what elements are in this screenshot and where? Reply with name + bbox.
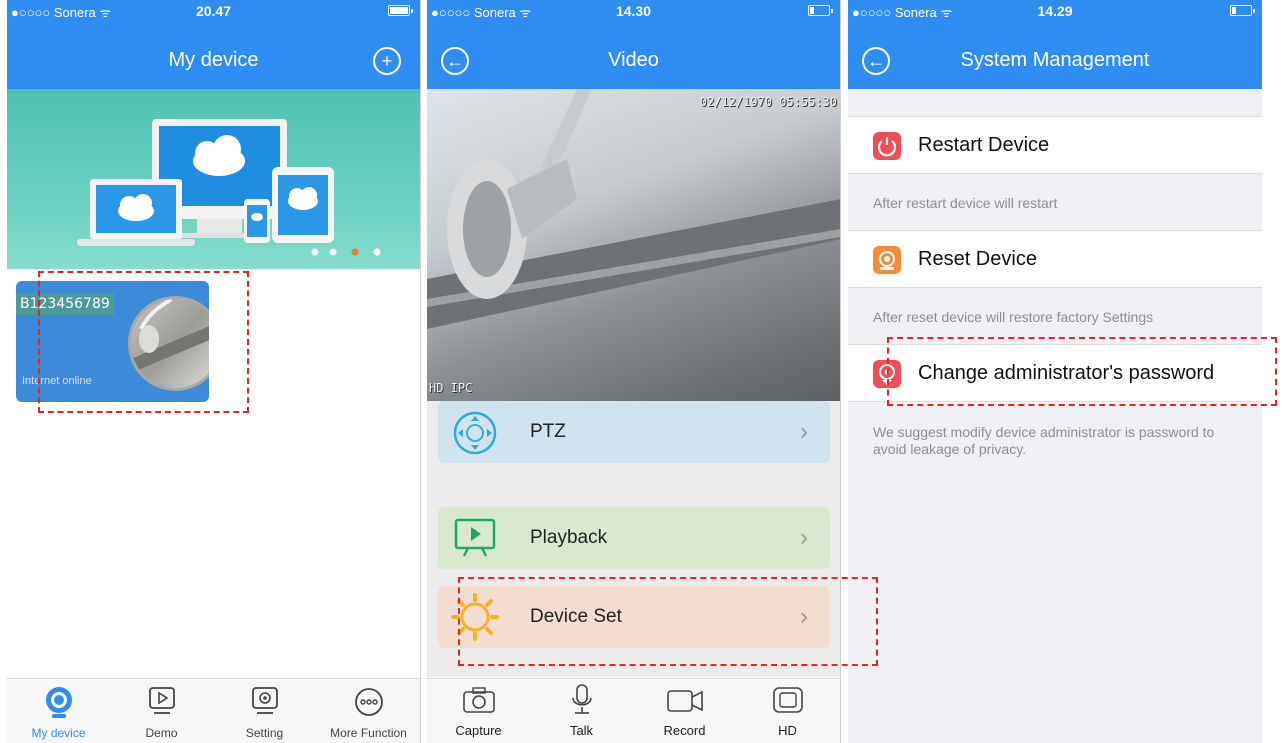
camera-label: HD IPC: [429, 381, 473, 395]
restart-device-row[interactable]: Restart Device: [848, 116, 1262, 174]
chevron-right-icon: ›: [800, 418, 808, 445]
reset-device-row[interactable]: Reset Device: [848, 230, 1262, 288]
battery-icon: [1230, 5, 1255, 16]
page-title: Video: [608, 49, 659, 71]
live-video[interactable]: 02/12/1970 05:55:30 HD IPC: [427, 89, 840, 401]
tab-label: My device: [31, 726, 86, 740]
device-thumbnail: [128, 296, 209, 391]
tab-demo[interactable]: Demo: [110, 679, 213, 743]
playback-monitor-icon: [454, 518, 496, 557]
reset-hint: After reset device will restore factory …: [873, 309, 1154, 325]
sun-gear-icon: [451, 593, 499, 641]
change-password-row[interactable]: Change administrator's password: [848, 344, 1262, 402]
tab-setting[interactable]: Setting: [213, 679, 316, 743]
ptz-button[interactable]: PTZ ›: [438, 401, 830, 463]
battery-icon: [808, 5, 833, 16]
nav-bar: ← Video: [427, 22, 840, 89]
menu-label: Device Set: [530, 606, 622, 627]
device-id: B123456789: [16, 293, 114, 315]
play-screen-icon: [148, 687, 175, 714]
battery-icon: [388, 5, 413, 16]
microphone-icon: [571, 684, 592, 714]
video-camera-icon: [666, 690, 703, 712]
page-title: My device: [168, 49, 259, 71]
chevron-right-icon: ›: [800, 524, 808, 551]
tab-label: Demo: [145, 726, 178, 740]
tool-label: Talk: [569, 723, 594, 738]
my-device-screen: ●○○○○ Sonera ᯤ 20.47 My device + B123456…: [7, 0, 421, 743]
video-menu: PTZ › Playback › Device Set ›: [427, 401, 840, 677]
device-card[interactable]: B123456789 Internet online: [16, 281, 209, 402]
password-icon: [873, 360, 901, 388]
clock: 20.47: [195, 3, 232, 19]
video-screen: ●○○○○ Sonera ᯤ 14.30 ← Video 02/12/1970 …: [427, 0, 841, 743]
status-bar: ●○○○○ Sonera ᯤ 20.47: [7, 0, 420, 22]
tab-bar: My device Demo Setting More Function: [7, 678, 420, 743]
system-management-screen: ●○○○○ Sonera ᯤ 14.29 ← System Management…: [848, 0, 1262, 743]
tab-my-device[interactable]: My device: [7, 679, 110, 743]
tool-label: Capture: [455, 723, 502, 738]
record-button[interactable]: Record: [633, 679, 736, 743]
restart-hint: After restart device will restart: [873, 195, 1058, 211]
row-label: Restart Device: [918, 134, 1050, 156]
joystick-icon: [453, 411, 497, 455]
camera-feed: [427, 89, 840, 329]
tab-more-function[interactable]: More Function: [316, 679, 420, 743]
tool-label: HD: [778, 723, 797, 738]
playback-button[interactable]: Playback ›: [438, 507, 830, 569]
clock: 14.30: [615, 3, 652, 19]
hd-screen-icon: [772, 687, 803, 713]
password-hint: We suggest modify device administrator i…: [873, 424, 1215, 457]
menu-label: PTZ: [530, 421, 566, 442]
promo-banner[interactable]: [7, 89, 420, 269]
video-timestamp: 02/12/1970 05:55:30: [699, 95, 837, 109]
hd-button[interactable]: HD: [736, 679, 839, 743]
status-bar: ●○○○○ Sonera ᯤ 14.30: [427, 0, 840, 22]
menu-label: Playback: [530, 527, 608, 548]
capture-button[interactable]: Capture: [427, 679, 530, 743]
connection-status: Internet online: [22, 375, 92, 387]
tool-label: Record: [663, 723, 706, 738]
nav-bar: My device +: [7, 22, 420, 89]
webcam-icon: [45, 687, 72, 718]
page-title: System Management: [960, 49, 1150, 71]
devices-cloud-illustration: [77, 119, 381, 256]
tab-label: More Function: [330, 726, 407, 740]
reset-icon: [873, 246, 901, 274]
status-bar: ●○○○○ Sonera ᯤ 14.29: [848, 0, 1262, 22]
chevron-right-icon: ›: [800, 603, 808, 630]
nav-bar: ← System Management: [848, 22, 1262, 89]
device-set-button[interactable]: Device Set ›: [438, 586, 830, 648]
clock: 14.29: [1037, 3, 1073, 19]
restart-icon: [873, 132, 901, 160]
camera-icon: [462, 687, 495, 713]
gear-screen-icon: [251, 687, 278, 714]
plus-circle-icon[interactable]: +: [373, 47, 401, 75]
row-label: Change administrator's password: [918, 362, 1215, 384]
talk-button[interactable]: Talk: [530, 679, 633, 743]
video-toolbar: Capture Talk Record HD: [427, 678, 840, 743]
more-icon: [354, 688, 383, 716]
row-label: Reset Device: [918, 248, 1037, 270]
tab-label: Setting: [245, 726, 284, 740]
